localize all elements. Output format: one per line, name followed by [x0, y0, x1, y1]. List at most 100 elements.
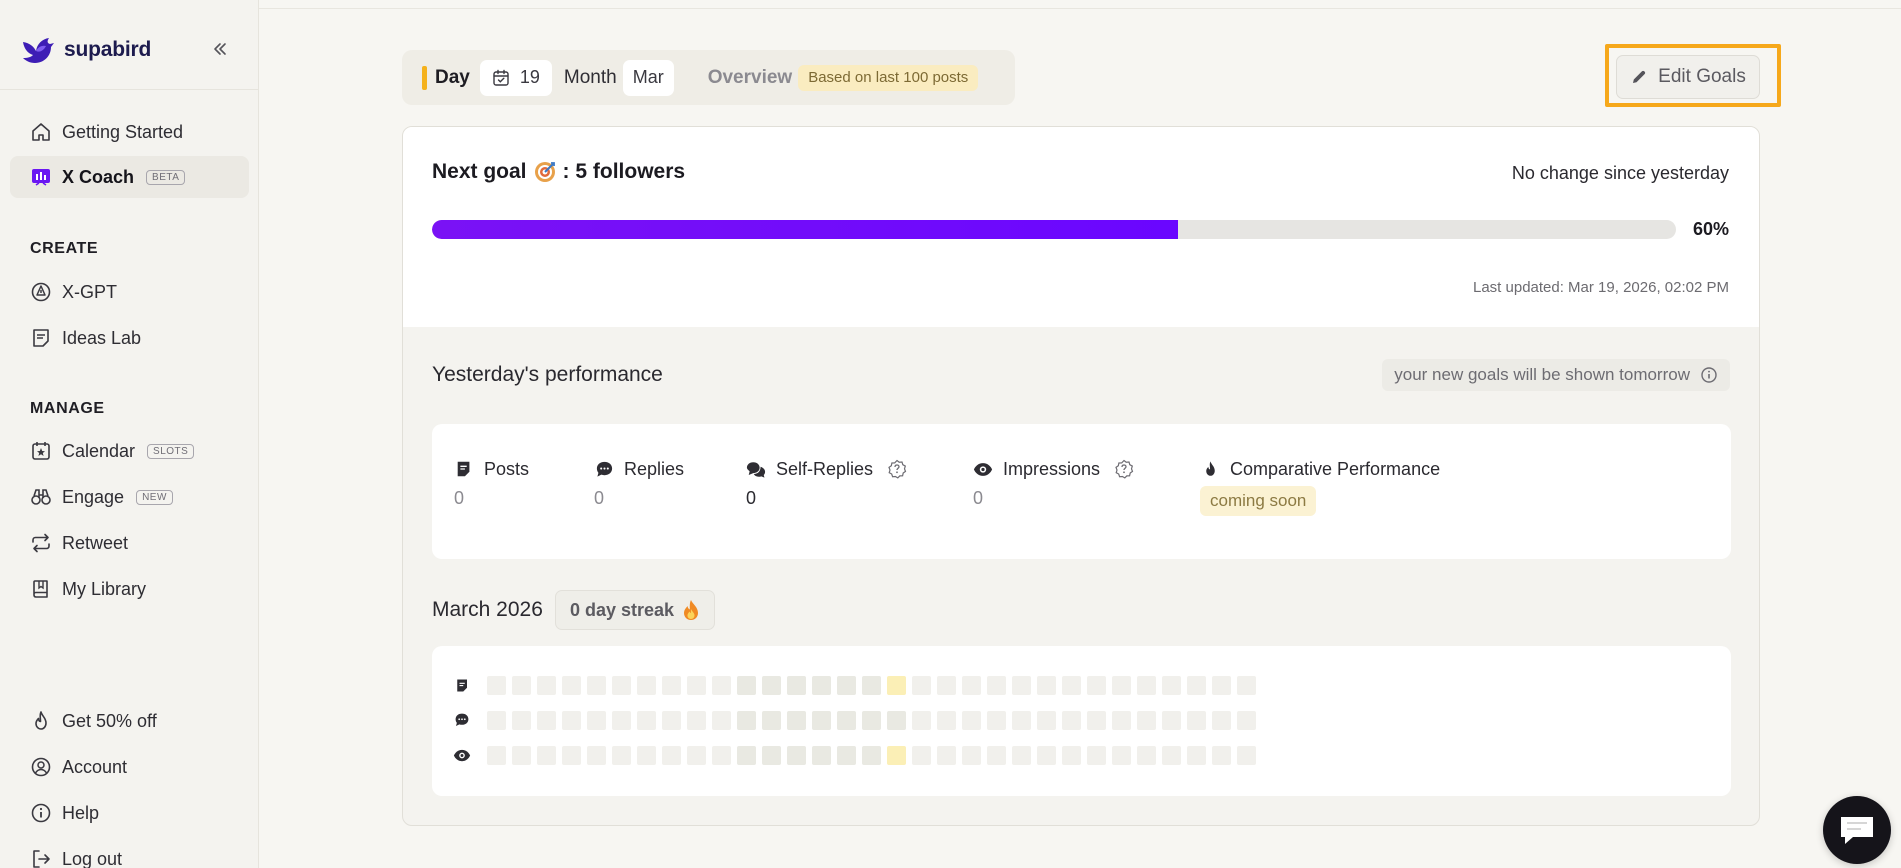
day-cell[interactable]	[1187, 745, 1206, 765]
day-cell[interactable]	[887, 745, 906, 765]
day-cell[interactable]	[1137, 710, 1156, 730]
day-cell[interactable]	[637, 675, 656, 695]
sidebar-item-account[interactable]: Account	[10, 746, 249, 788]
day-cell[interactable]	[887, 675, 906, 695]
collapse-sidebar-button[interactable]	[207, 36, 233, 62]
day-cell[interactable]	[1062, 675, 1081, 695]
day-cell[interactable]	[662, 675, 681, 695]
day-cell[interactable]	[637, 745, 656, 765]
day-cell[interactable]	[1162, 675, 1181, 695]
day-cell[interactable]	[987, 675, 1006, 695]
day-cell[interactable]	[812, 710, 831, 730]
day-cell[interactable]	[537, 675, 556, 695]
day-cell[interactable]	[1212, 710, 1231, 730]
day-cell[interactable]	[1037, 710, 1056, 730]
day-cell[interactable]	[787, 710, 806, 730]
day-cell[interactable]	[562, 675, 581, 695]
help-icon[interactable]	[887, 459, 907, 479]
day-cell[interactable]	[487, 675, 506, 695]
day-toggle[interactable]: Day	[412, 58, 480, 98]
day-cell[interactable]	[912, 675, 931, 695]
day-cell[interactable]	[587, 745, 606, 765]
day-cell[interactable]	[1037, 745, 1056, 765]
day-cell[interactable]	[937, 710, 956, 730]
brand-logo[interactable]: supabird	[20, 34, 151, 66]
day-cell[interactable]	[1212, 675, 1231, 695]
day-cell[interactable]	[862, 745, 881, 765]
day-cell[interactable]	[1087, 675, 1106, 695]
sidebar-item-getting-started[interactable]: Getting Started	[10, 111, 249, 153]
day-cell[interactable]	[962, 745, 981, 765]
day-cell[interactable]	[987, 710, 1006, 730]
sidebar-item-log-out[interactable]: Log out	[10, 838, 249, 868]
day-cell[interactable]	[537, 710, 556, 730]
day-cell[interactable]	[587, 675, 606, 695]
day-cell[interactable]	[662, 745, 681, 765]
day-cell[interactable]	[862, 710, 881, 730]
day-cell[interactable]	[837, 745, 856, 765]
day-cell[interactable]	[937, 675, 956, 695]
day-cell[interactable]	[787, 745, 806, 765]
day-cell[interactable]	[562, 745, 581, 765]
sidebar-item-my-library[interactable]: My Library	[10, 568, 249, 610]
day-cell[interactable]	[712, 675, 731, 695]
day-cell[interactable]	[737, 675, 756, 695]
day-cell[interactable]	[612, 710, 631, 730]
sidebar-item-engage[interactable]: Engage NEW	[10, 476, 249, 518]
day-cell[interactable]	[962, 710, 981, 730]
day-cell[interactable]	[812, 675, 831, 695]
sidebar-item-get-50-off[interactable]: Get 50% off	[10, 700, 249, 742]
day-cell[interactable]	[1237, 745, 1256, 765]
day-cell[interactable]	[537, 745, 556, 765]
sidebar-item-ideas-lab[interactable]: Ideas Lab	[10, 317, 249, 359]
day-cell[interactable]	[1062, 710, 1081, 730]
info-icon[interactable]	[1700, 366, 1718, 384]
day-cell[interactable]	[762, 710, 781, 730]
edit-goals-button[interactable]: Edit Goals	[1616, 55, 1760, 99]
day-cell[interactable]	[1237, 710, 1256, 730]
day-cell[interactable]	[1137, 675, 1156, 695]
day-cell[interactable]	[912, 710, 931, 730]
sidebar-item-calendar[interactable]: Calendar SLOTS	[10, 430, 249, 472]
sidebar-item-retweet[interactable]: Retweet	[10, 522, 249, 564]
day-cell[interactable]	[687, 710, 706, 730]
day-cell[interactable]	[1037, 675, 1056, 695]
day-cell[interactable]	[512, 675, 531, 695]
day-cell[interactable]	[587, 710, 606, 730]
day-cell[interactable]	[687, 675, 706, 695]
day-cell[interactable]	[987, 745, 1006, 765]
day-cell[interactable]	[762, 745, 781, 765]
day-cell[interactable]	[1187, 710, 1206, 730]
day-cell[interactable]	[887, 710, 906, 730]
day-cell[interactable]	[687, 745, 706, 765]
day-cell[interactable]	[562, 710, 581, 730]
help-icon[interactable]	[1114, 459, 1134, 479]
day-cell[interactable]	[487, 710, 506, 730]
day-cell[interactable]	[1187, 675, 1206, 695]
day-cell[interactable]	[1012, 745, 1031, 765]
day-cell[interactable]	[837, 675, 856, 695]
day-cell[interactable]	[637, 710, 656, 730]
chat-support-button[interactable]	[1823, 796, 1891, 864]
day-cell[interactable]	[1212, 745, 1231, 765]
day-cell[interactable]	[812, 745, 831, 765]
day-cell[interactable]	[612, 675, 631, 695]
day-cell[interactable]	[912, 745, 931, 765]
day-cell[interactable]	[1162, 745, 1181, 765]
day-cell[interactable]	[662, 710, 681, 730]
overview-tab[interactable]: Overview	[708, 67, 793, 89]
sidebar-item-help[interactable]: Help	[10, 792, 249, 834]
day-cell[interactable]	[937, 745, 956, 765]
day-cell[interactable]	[712, 745, 731, 765]
day-cell[interactable]	[787, 675, 806, 695]
day-cell[interactable]	[1112, 745, 1131, 765]
day-cell[interactable]	[762, 675, 781, 695]
day-cell[interactable]	[837, 710, 856, 730]
day-cell[interactable]	[487, 745, 506, 765]
day-cell[interactable]	[612, 745, 631, 765]
day-picker[interactable]: 19	[479, 59, 552, 96]
day-cell[interactable]	[1112, 710, 1131, 730]
day-cell[interactable]	[1012, 710, 1031, 730]
day-cell[interactable]	[737, 710, 756, 730]
day-cell[interactable]	[1062, 745, 1081, 765]
